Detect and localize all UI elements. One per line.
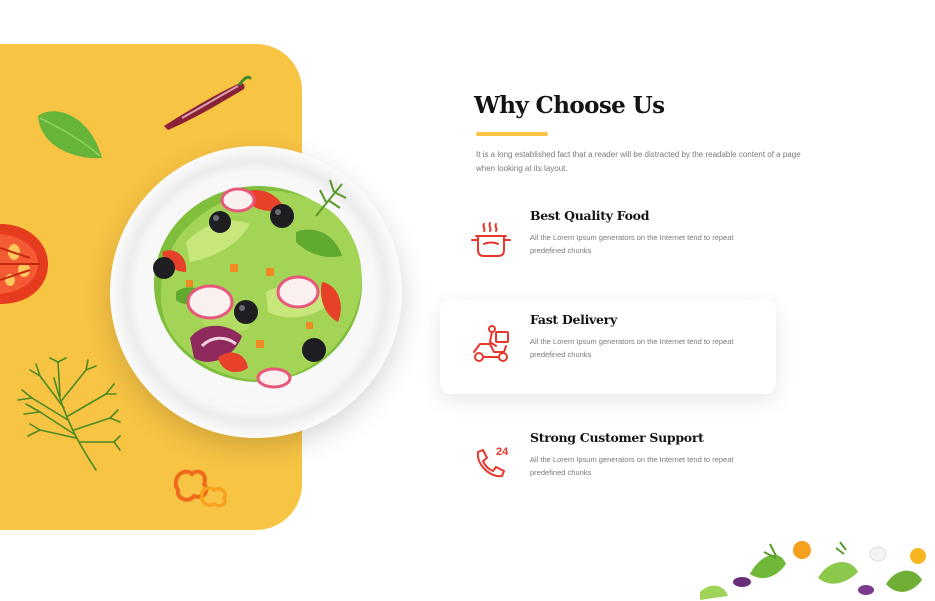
salad-image	[153, 179, 362, 389]
tomato-half-image	[0, 224, 48, 304]
chili-pepper-image	[164, 75, 252, 130]
feature-title: Best Quality Food	[530, 208, 650, 223]
section-title: Why Choose Us	[474, 92, 665, 119]
feature-description: All the Lorem Ipsum generators on the In…	[530, 337, 734, 359]
feature-title: Fast Delivery	[530, 312, 617, 327]
feature-description: All the Lorem Ipsum generators on the In…	[530, 455, 734, 477]
scattered-vegetables-image	[700, 541, 926, 600]
dill-herb-image	[17, 357, 121, 471]
title-underline	[476, 132, 548, 136]
delivery-scooter-icon	[473, 325, 509, 362]
feature-title: Strong Customer Support	[530, 430, 704, 445]
bell-pepper-rings-image	[173, 469, 227, 508]
phone-24-icon: 24	[476, 446, 509, 478]
section-intro: It is a long established fact that a rea…	[476, 150, 801, 173]
feature-description: All the Lorem Ipsum generators on the In…	[530, 233, 734, 255]
basil-leaf-image	[38, 111, 102, 159]
svg-text:24: 24	[496, 446, 509, 458]
why-choose-us-section: Why Choose Us It is a long established f…	[0, 0, 935, 601]
cooking-pot-icon	[471, 222, 511, 257]
feature-fast-delivery[interactable]: Fast Delivery All the Lorem Ipsum genera…	[440, 300, 776, 394]
feature-best-quality-food[interactable]: Best Quality Food All the Lorem Ipsum ge…	[440, 196, 776, 290]
feature-strong-customer-support[interactable]: 24 Strong Customer Support All the Lorem…	[440, 418, 776, 512]
